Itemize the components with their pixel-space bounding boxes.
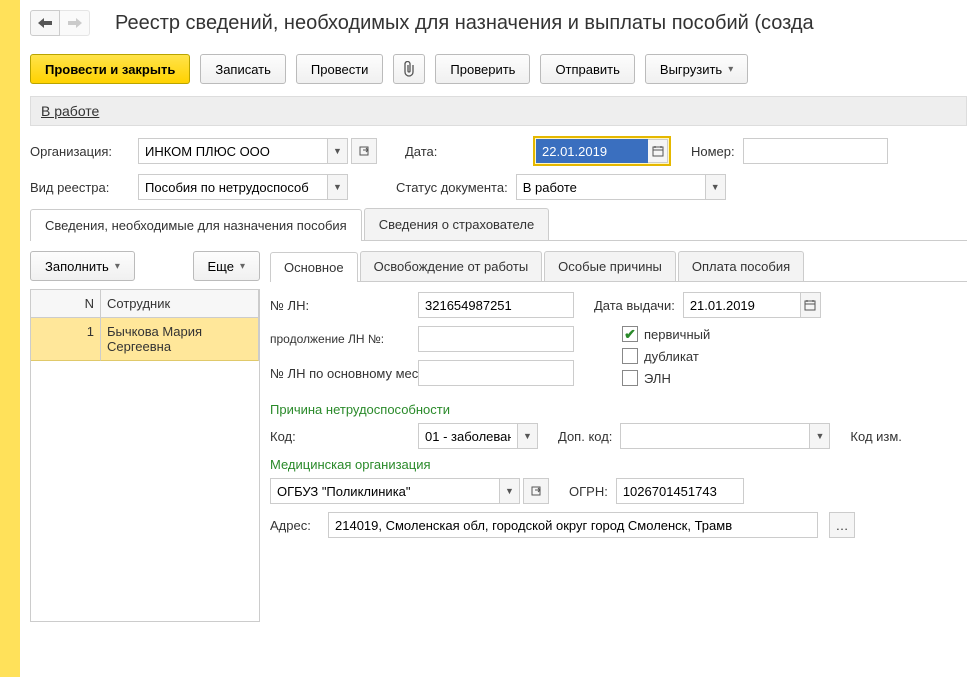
table-header-employee: Сотрудник [101,290,259,318]
change-code-label: Код изм. [850,429,902,444]
page-title: Реестр сведений, необходимых для назначе… [115,12,814,35]
employee-table: N Сотрудник 1 Бычкова Мария Сергеевна [30,289,260,622]
ogrn-label: ОГРН: [569,484,608,499]
inner-tab-work-release[interactable]: Освобождение от работы [360,251,543,281]
registry-type-dropdown-button[interactable]: ▼ [328,174,348,200]
attach-button[interactable] [393,54,425,84]
issue-date-input[interactable] [683,292,801,318]
status-bar: В работе [30,96,967,126]
issue-date-picker-button[interactable] [801,292,821,318]
med-org-dropdown-button[interactable]: ▼ [500,478,520,504]
main-place-input[interactable] [418,360,574,386]
tab-insurer-info[interactable]: Сведения о страхователе [364,208,549,240]
primary-checkbox[interactable]: ✔ [622,326,638,342]
date-input[interactable] [536,139,648,163]
add-code-dropdown-button[interactable]: ▼ [810,423,830,449]
ogrn-input[interactable] [616,478,744,504]
doc-status-label: Статус документа: [396,180,508,195]
primary-checkbox-label: первичный [644,327,710,342]
code-label: Код: [270,429,410,444]
date-label: Дата: [405,144,525,159]
ln-label: № ЛН: [270,298,410,313]
org-label: Организация: [30,144,130,159]
main-place-label: № ЛН по основному месту работы: [270,366,410,381]
code-dropdown-button[interactable]: ▼ [518,423,538,449]
duplicate-checkbox[interactable] [622,348,638,364]
org-input[interactable] [138,138,328,164]
org-open-button[interactable] [351,138,377,164]
open-icon [531,486,541,496]
issue-date-label: Дата выдачи: [594,298,675,313]
save-button[interactable]: Записать [200,54,286,84]
table-header-n: N [31,290,101,318]
table-cell-n: 1 [31,318,101,361]
calendar-icon [804,299,816,311]
number-input[interactable] [743,138,888,164]
nav-forward-button[interactable] [60,10,90,36]
doc-status-input[interactable] [516,174,706,200]
ellipsis-icon: … [836,518,849,533]
open-icon [359,146,369,156]
post-and-close-button[interactable]: Провести и закрыть [30,54,190,84]
continuation-label: продолжение ЛН №: [270,332,410,346]
code-input[interactable] [418,423,518,449]
paperclip-icon [402,61,416,77]
number-label: Номер: [691,144,735,159]
arrow-right-icon [68,18,82,28]
med-section-title: Медицинская организация [270,457,967,472]
eln-checkbox-label: ЭЛН [644,371,671,386]
add-code-label: Доп. код: [558,429,612,444]
registry-type-label: Вид реестра: [30,180,130,195]
tab-benefit-info[interactable]: Сведения, необходимые для назначения пос… [30,209,362,241]
org-dropdown-button[interactable]: ▼ [328,138,348,164]
eln-checkbox[interactable] [622,370,638,386]
ln-input[interactable] [418,292,574,318]
send-button[interactable]: Отправить [540,54,634,84]
address-label: Адрес: [270,518,320,533]
address-pick-button[interactable]: … [829,512,855,538]
table-row[interactable]: 1 Бычкова Мария Сергеевна [31,318,259,361]
more-button[interactable]: Еще [193,251,260,281]
calendar-icon [652,145,664,157]
reason-section-title: Причина нетрудоспособности [270,402,967,417]
arrow-left-icon [38,18,52,28]
check-button[interactable]: Проверить [435,54,530,84]
export-button[interactable]: Выгрузить [645,54,748,84]
duplicate-checkbox-label: дубликат [644,349,699,364]
post-button[interactable]: Провести [296,54,384,84]
nav-back-button[interactable] [30,10,60,36]
address-input[interactable] [328,512,818,538]
inner-tab-special[interactable]: Особые причины [544,251,676,281]
fill-button[interactable]: Заполнить [30,251,135,281]
med-org-input[interactable] [270,478,500,504]
inner-tab-main[interactable]: Основное [270,252,358,282]
date-picker-button[interactable] [648,139,668,163]
med-org-open-button[interactable] [523,478,549,504]
registry-type-input[interactable] [138,174,328,200]
table-cell-name: Бычкова Мария Сергеевна [101,318,259,361]
inner-tab-payment[interactable]: Оплата пособия [678,251,804,281]
add-code-input[interactable] [620,423,810,449]
doc-status-dropdown-button[interactable]: ▼ [706,174,726,200]
continuation-input[interactable] [418,326,574,352]
